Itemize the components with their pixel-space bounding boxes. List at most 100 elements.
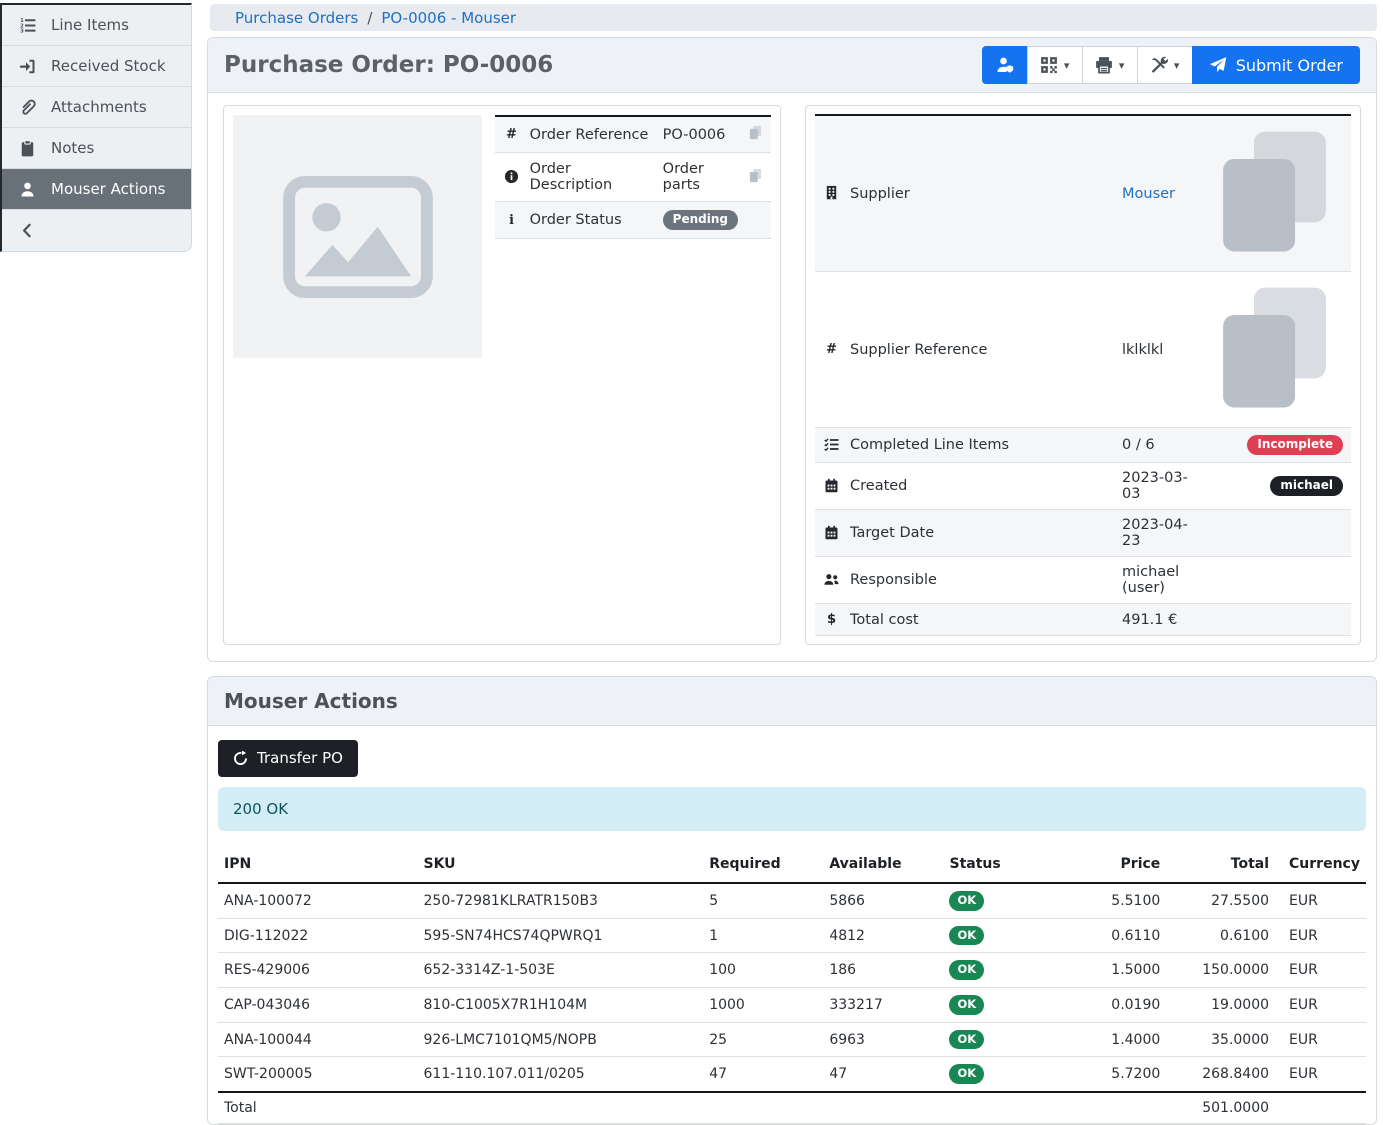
refresh-icon — [233, 751, 248, 766]
cell-price: 5.7200 — [1063, 1057, 1166, 1092]
print-dropdown-button[interactable]: ▾ — [1082, 46, 1138, 84]
building-icon — [824, 185, 839, 200]
responsible-row: Responsible michael (user) — [815, 557, 1351, 604]
cell-sku: 926-LMC7101QM5/NOPB — [418, 1022, 704, 1057]
col-currency: Currency — [1275, 850, 1366, 883]
submit-order-label: Submit Order — [1236, 56, 1343, 75]
cell-status: OK — [943, 883, 1063, 918]
supplier-row: Supplier Mouser — [815, 115, 1351, 272]
cell-currency: EUR — [1275, 883, 1366, 918]
cell-ipn: DIG-112022 — [218, 918, 418, 953]
toolbar: ▾ ▾ ▾ Submit Order — [982, 46, 1360, 84]
mouser-actions-body: Transfer PO 200 OK IPN SKU Required Avai… — [208, 726, 1376, 1124]
table-row: ANA-100044926-LMC7101QM5/NOPB256963OK1.4… — [218, 1022, 1366, 1057]
cell-currency: EUR — [1275, 1057, 1366, 1092]
cell-required: 1 — [703, 918, 823, 953]
completed-line-items-row: Completed Line Items 0 / 6 Incomplete — [815, 428, 1351, 463]
detail-label: Total cost — [845, 604, 1117, 636]
detail-label: Completed Line Items — [845, 428, 1117, 463]
incomplete-badge: Incomplete — [1247, 435, 1343, 455]
dollar-icon: $ — [824, 611, 839, 626]
breadcrumb-link-purchase-orders[interactable]: Purchase Orders — [235, 9, 358, 27]
sidebar-item-mouser-actions[interactable]: Mouser Actions — [2, 169, 191, 210]
order-details-table: # Order Reference PO-0006 Order Descript… — [495, 115, 771, 239]
info-circle-icon — [504, 169, 519, 184]
sidebar-item-label: Received Stock — [51, 57, 166, 75]
main-content: Purchase Orders / PO-0006 - Mouser Purch… — [195, 0, 1383, 794]
paper-plane-icon — [1209, 56, 1227, 74]
ok-badge: OK — [949, 1064, 984, 1084]
cell-status: OK — [943, 1057, 1063, 1092]
sidebar-item-received-stock[interactable]: Received Stock — [2, 46, 191, 87]
sidebar-item-label: Mouser Actions — [51, 180, 165, 198]
sidebar-item-line-items[interactable]: 123 Line Items — [2, 5, 191, 46]
cell-available: 186 — [823, 953, 943, 988]
svg-text:#: # — [826, 342, 837, 356]
calendar-icon — [824, 478, 839, 493]
cell-available: 5866 — [823, 883, 943, 918]
cell-available: 6963 — [823, 1022, 943, 1057]
mouser-actions-title: Mouser Actions — [208, 677, 1376, 726]
table-row: RES-429006652-3314Z-1-503E100186OK1.5000… — [218, 953, 1366, 988]
users-icon — [824, 572, 839, 587]
sidebar-item-notes[interactable]: Notes — [2, 128, 191, 169]
copy-icon[interactable] — [748, 168, 763, 183]
cell-ipn: SWT-200005 — [218, 1057, 418, 1092]
app-root: 123 Line Items Received Stock Attachment… — [0, 0, 1383, 794]
col-price: Price — [1063, 850, 1166, 883]
supplier-link[interactable]: Mouser — [1122, 186, 1175, 202]
order-description-row: Order Description Order parts — [495, 153, 771, 202]
cell-price: 1.5000 — [1063, 953, 1166, 988]
svg-text:i: i — [509, 212, 514, 227]
barcode-dropdown-button[interactable]: ▾ — [1027, 46, 1083, 84]
ok-badge: OK — [949, 1030, 984, 1050]
col-available: Available — [823, 850, 943, 883]
cell-currency: EUR — [1275, 1022, 1366, 1057]
copy-icon[interactable] — [748, 125, 763, 140]
breadcrumb-link-current[interactable]: PO-0006 - Mouser — [381, 9, 516, 27]
cell-ipn: RES-429006 — [218, 953, 418, 988]
svg-text:3: 3 — [20, 28, 24, 33]
cell-status: OK — [943, 953, 1063, 988]
list-ol-icon: 123 — [19, 17, 36, 34]
detail-value: 491.1 € — [1117, 604, 1201, 636]
ok-badge: OK — [949, 926, 984, 946]
detail-value: Order parts — [658, 153, 743, 202]
sidebar-item-label: Line Items — [51, 16, 129, 34]
copy-icon[interactable] — [1206, 279, 1343, 416]
page-title: Purchase Order: PO-0006 — [224, 52, 553, 78]
svg-text:#: # — [506, 127, 517, 141]
cell-required: 100 — [703, 953, 823, 988]
table-row: SWT-200005611-110.107.011/02054747OK5.72… — [218, 1057, 1366, 1092]
cell-status: OK — [943, 988, 1063, 1023]
table-row: DIG-112022595-SN74HCS74QPWRQ114812OK0.61… — [218, 918, 1366, 953]
cell-total: 27.5500 — [1166, 883, 1275, 918]
sidebar-item-attachments[interactable]: Attachments — [2, 87, 191, 128]
target-date-row: Target Date 2023-04-23 — [815, 510, 1351, 557]
breadcrumb: Purchase Orders / PO-0006 - Mouser — [210, 4, 1377, 31]
copy-icon[interactable] — [1206, 123, 1343, 260]
cell-sku: 810-C1005X7R1H104M — [418, 988, 704, 1023]
cell-sku: 611-110.107.011/0205 — [418, 1057, 704, 1092]
total-cost-row: $ Total cost 491.1 € — [815, 604, 1351, 636]
sidebar-item-label: Notes — [51, 139, 94, 157]
admin-button[interactable] — [982, 46, 1028, 84]
transfer-po-button[interactable]: Transfer PO — [218, 740, 358, 777]
hash-icon: # — [504, 126, 519, 141]
cell-price: 0.0190 — [1063, 988, 1166, 1023]
list-check-icon — [824, 437, 839, 452]
detail-label: Created — [845, 463, 1117, 510]
sidebar-collapse-button[interactable] — [2, 210, 191, 251]
supplier-details-card: Supplier Mouser # Supplier Reference lkl… — [805, 105, 1361, 645]
options-dropdown-button[interactable]: ▾ — [1137, 46, 1193, 84]
submit-order-button[interactable]: Submit Order — [1192, 46, 1360, 84]
image-placeholder-icon — [282, 176, 434, 298]
ok-badge: OK — [949, 995, 984, 1015]
order-image-placeholder — [233, 115, 482, 358]
cell-total: 19.0000 — [1166, 988, 1275, 1023]
table-total-row: Total 501.0000 — [218, 1092, 1366, 1124]
user-icon — [19, 181, 36, 198]
cell-available: 333217 — [823, 988, 943, 1023]
created-row: Created 2023-03-03 michael — [815, 463, 1351, 510]
user-badge: michael — [1270, 476, 1343, 496]
